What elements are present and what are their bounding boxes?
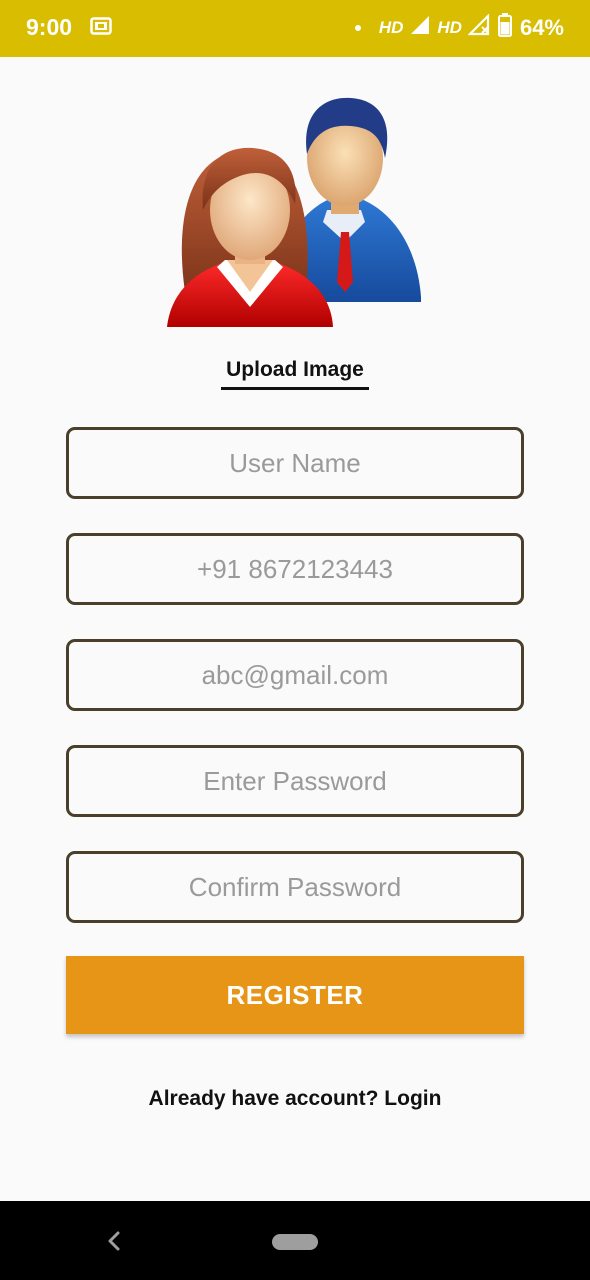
navigation-bar — [0, 1201, 590, 1280]
screenshot-icon — [90, 17, 112, 42]
battery-percent: 64% — [519, 15, 564, 40]
upload-image-link[interactable]: Upload Image — [221, 358, 369, 390]
signal-icon — [409, 14, 431, 42]
register-button[interactable]: REGISTER — [66, 956, 524, 1034]
signal-off-icon — [467, 13, 492, 42]
dot-icon — [354, 25, 361, 31]
users-avatar-icon[interactable] — [165, 92, 425, 342]
password-input[interactable] — [69, 748, 521, 814]
confirm-password-input[interactable] — [69, 854, 521, 920]
home-pill-icon[interactable] — [272, 1234, 318, 1250]
hd-label: HD — [378, 18, 404, 37]
battery-icon — [497, 13, 512, 43]
back-icon[interactable] — [104, 1229, 124, 1258]
confirm-password-field[interactable] — [66, 851, 524, 923]
username-input[interactable] — [69, 430, 521, 496]
phone-input[interactable] — [69, 536, 521, 602]
email-input[interactable] — [69, 642, 521, 708]
status-icons: HD HD 64% — [354, 13, 564, 43]
status-bar: 9:00 HD HD 64% — [0, 0, 590, 57]
phone-field[interactable] — [66, 533, 524, 605]
status-time: 9:00 — [26, 14, 73, 40]
password-field[interactable] — [66, 745, 524, 817]
email-field[interactable] — [66, 639, 524, 711]
username-field[interactable] — [66, 427, 524, 499]
login-link[interactable]: Already have account? Login — [0, 1087, 590, 1111]
hd-label-2: HD — [437, 18, 462, 37]
